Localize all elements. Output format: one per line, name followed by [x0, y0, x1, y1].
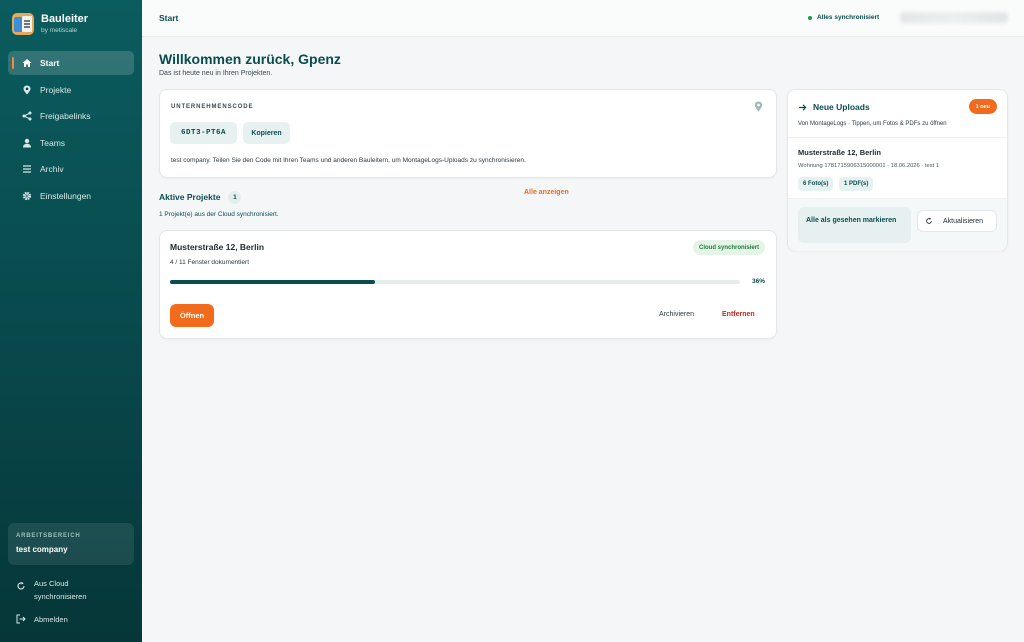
active-projects-title: Aktive Projekte — [159, 192, 221, 202]
top-bar: Start Alles synchronisiert — [142, 0, 1024, 37]
sidebar-item-teams[interactable]: Teams — [8, 131, 134, 155]
new-uploads-card: Neue Uploads 1 neu Von MontageLogs · Tip… — [787, 89, 1008, 251]
uploads-footer: Alle als gesehen markieren Aktualisieren — [788, 198, 1007, 251]
brand-subtitle: by metiscale — [41, 27, 78, 34]
project-card: Musterstraße 12, Berlin 4 / 11 Fenster d… — [159, 230, 777, 339]
uploads-description: Von MontageLogs · Tippen, um Fotos & PDF… — [798, 121, 947, 127]
upload-item-title[interactable]: Musterstraße 12, Berlin — [798, 148, 881, 157]
sidebar-item-projekte[interactable]: Projekte — [8, 78, 134, 102]
sidebar-item-label: Teams — [40, 137, 66, 148]
photos-chip[interactable]: 6 Foto(s) — [798, 177, 834, 191]
sidebar-item-label: Archiv — [40, 164, 64, 175]
logout-label: Abmelden — [34, 615, 68, 624]
active-projects-header: Aktive Projekte 1 Alle anzeigen — [159, 187, 777, 204]
location-pin-icon — [754, 101, 763, 112]
new-count-badge: 1 neu — [968, 99, 997, 114]
mark-all-seen-button[interactable]: Alle als gesehen markieren — [798, 207, 911, 243]
sidebar-item-einstellungen[interactable]: Einstellungen — [8, 184, 134, 208]
archive-project-button[interactable]: Archivieren — [659, 311, 694, 318]
refresh-icon — [16, 581, 26, 591]
workspace-label: ARBEITSBEREICH — [16, 533, 81, 539]
divider — [788, 137, 1007, 138]
status-dot-icon — [808, 15, 812, 20]
user-email-redacted[interactable] — [900, 12, 1008, 23]
gear-icon — [22, 191, 32, 201]
cloud-sync-line1: Aus Cloud — [34, 579, 69, 588]
sidebar-item-label: Einstellungen — [40, 190, 92, 201]
company-code-value: 6DT3-PT6A — [170, 122, 237, 144]
company-code-description: test company. Teilen Sie den Code mit Ih… — [171, 157, 526, 164]
arrow-right-icon — [798, 103, 807, 111]
company-code-label: UNTERNEHMENSCODE — [171, 104, 254, 110]
welcome-subheading: Das ist heute neu in Ihren Projekten. — [159, 70, 273, 77]
active-projects-title-wrap: Aktive Projekte 1 — [159, 190, 242, 204]
home-icon — [22, 58, 32, 68]
sync-note: 1 Projekt(e) aus der Cloud synchronisier… — [159, 211, 279, 218]
workspace-name: test company — [16, 545, 68, 554]
workspace-panel: ARBEITSBEREICH test company — [8, 523, 134, 565]
brand-title: Bauleiter — [41, 13, 89, 25]
page-title: Start — [159, 13, 179, 23]
sync-status: Alles synchronisiert — [808, 14, 879, 21]
sidebar-item-archiv[interactable]: Archiv — [8, 157, 134, 181]
sidebar-item-freigabelinks[interactable]: Freigabelinks — [8, 104, 134, 128]
uploads-header[interactable]: Neue Uploads — [798, 102, 870, 112]
sidebar: Bauleiter by metiscale Start Projekte Fr… — [0, 0, 142, 642]
uploads-title: Neue Uploads — [813, 102, 870, 112]
sync-status-label: Alles synchronisiert — [817, 14, 880, 21]
cloud-sync-button[interactable]: Aus Cloud synchronisieren — [16, 577, 87, 603]
app-logo — [12, 13, 34, 35]
sidebar-nav: Start Projekte Freigabelinks Teams Archi… — [8, 51, 134, 211]
pin-icon — [22, 85, 32, 95]
cloud-sync-line2: synchronisieren — [34, 592, 87, 601]
sidebar-item-label: Freigabelinks — [40, 111, 91, 122]
welcome-heading: Willkommen zurück, Gpenz — [159, 51, 341, 67]
company-code-card: UNTERNEHMENSCODE 6DT3-PT6A Kopieren test… — [159, 89, 777, 178]
sidebar-item-start[interactable]: Start — [8, 51, 134, 75]
user-icon — [22, 138, 32, 148]
refresh-button[interactable]: Aktualisieren — [917, 210, 997, 232]
pdfs-chip[interactable]: 1 PDF(s) — [839, 177, 874, 191]
sidebar-item-label: Projekte — [40, 84, 72, 95]
logout-button[interactable]: Abmelden — [16, 613, 68, 626]
logout-icon — [16, 614, 26, 624]
project-title: Musterstraße 12, Berlin — [170, 242, 265, 252]
progress-percent: 36% — [751, 278, 765, 285]
share-icon — [22, 111, 32, 121]
progress-fill — [170, 280, 376, 284]
show-all-link[interactable]: Alle anzeigen — [524, 189, 569, 196]
active-projects-count: 1 — [228, 190, 242, 204]
upload-item-meta: Wohnung 1781715906315000001 · 18.06.2026… — [798, 163, 940, 169]
refresh-icon — [926, 217, 932, 224]
welcome-section: Willkommen zurück, Gpenz Das ist heute n… — [159, 51, 341, 77]
sidebar-item-label: Start — [40, 58, 60, 68]
refresh-label: Aktualisieren — [943, 217, 984, 225]
remove-project-button[interactable]: Entfernen — [722, 311, 755, 318]
progress-bar — [170, 280, 740, 284]
copy-code-button[interactable]: Kopieren — [243, 122, 290, 144]
list-icon — [22, 164, 32, 174]
cloud-sync-badge: Cloud synchronisiert — [692, 240, 765, 255]
open-project-button[interactable]: Öffnen — [170, 304, 214, 327]
brand[interactable]: Bauleiter by metiscale — [12, 13, 88, 35]
project-progress-text: 4 / 11 Fenster dokumentiert — [170, 259, 250, 266]
